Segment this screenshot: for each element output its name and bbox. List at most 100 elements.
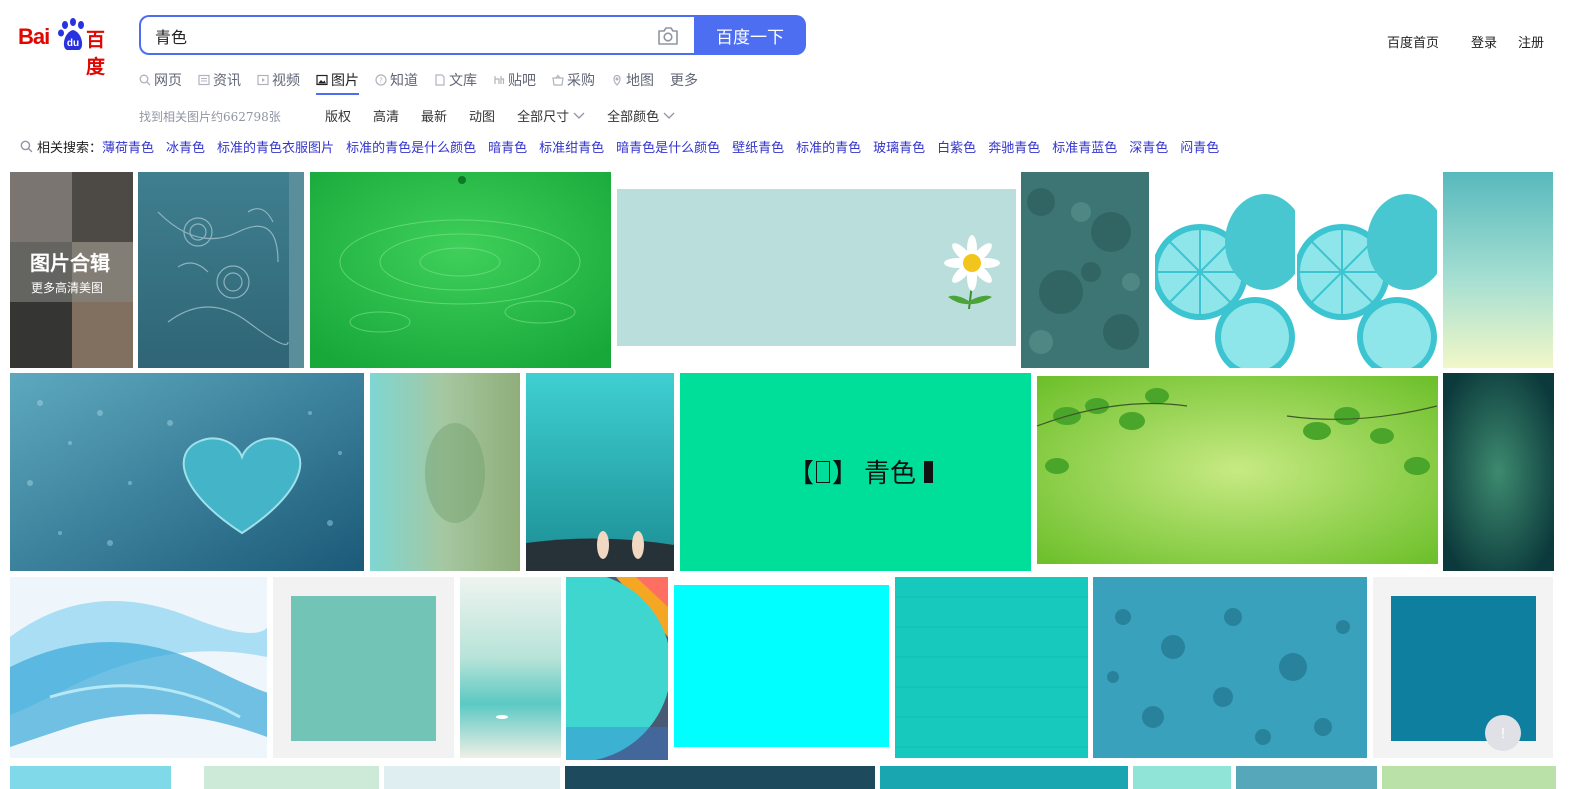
search-icon xyxy=(139,74,151,86)
tab-zhidao[interactable]: ? 知道 xyxy=(375,68,418,92)
tab-web[interactable]: 网页 xyxy=(139,68,182,92)
image-tile[interactable] xyxy=(1443,172,1553,368)
related-link[interactable]: 闷青色 xyxy=(1180,137,1219,156)
blue-texture-image xyxy=(1093,577,1367,758)
image-tile[interactable] xyxy=(526,373,674,571)
related-link[interactable]: 标准青蓝色 xyxy=(1052,137,1117,156)
beach-image xyxy=(460,577,561,758)
tab-caigou[interactable]: 采购 xyxy=(552,68,595,92)
image-tile[interactable] xyxy=(1236,766,1377,789)
tab-label: 知道 xyxy=(390,73,418,89)
album-tile[interactable]: 图片合辑 更多高清美图 xyxy=(10,172,133,368)
filter-color-dropdown[interactable]: 全部颜色 xyxy=(607,106,675,125)
cyan-lemon-image xyxy=(1297,172,1437,368)
image-tile[interactable] xyxy=(895,577,1088,758)
filter-animated[interactable]: 动图 xyxy=(469,106,495,125)
register-link[interactable]: 注册 xyxy=(1518,32,1544,51)
image-tile[interactable] xyxy=(10,373,364,571)
related-link[interactable]: 暗青色 xyxy=(488,137,527,156)
image-tile[interactable] xyxy=(204,766,379,789)
tab-label: 资讯 xyxy=(213,73,241,89)
news-icon xyxy=(198,74,210,86)
related-link[interactable]: 标准的青色衣服图片 xyxy=(217,137,334,156)
document-icon xyxy=(435,74,445,86)
related-link[interactable]: 薄荷青色 xyxy=(102,137,154,156)
related-link[interactable]: 标准的青色 xyxy=(796,137,861,156)
basket-icon xyxy=(552,74,564,86)
filter-copyright[interactable]: 版权 xyxy=(325,106,351,125)
image-tile[interactable] xyxy=(370,373,520,571)
image-tile[interactable] xyxy=(1093,577,1367,758)
image-tile[interactable] xyxy=(617,189,1016,346)
search-input[interactable] xyxy=(155,23,625,49)
image-tile[interactable] xyxy=(1021,172,1149,368)
feedback-button[interactable]: ! xyxy=(1485,715,1521,751)
tab-more[interactable]: 更多 xyxy=(670,68,698,92)
image-tile[interactable] xyxy=(310,172,611,368)
cyan-lemon-image xyxy=(1155,172,1295,368)
tab-map[interactable]: 地图 xyxy=(611,68,654,92)
filter-label: 动图 xyxy=(469,110,496,125)
search-button[interactable]: 百度一下 xyxy=(694,15,806,55)
image-tile[interactable] xyxy=(674,585,889,747)
tab-news[interactable]: 资讯 xyxy=(198,68,241,92)
image-tile[interactable] xyxy=(1297,172,1437,368)
floral-teal-image xyxy=(138,172,304,368)
search-icon xyxy=(20,140,33,153)
filter-bar: 版权 高清 最新 动图 全部尺寸 全部颜色 xyxy=(325,106,697,125)
home-link[interactable]: 百度首页 xyxy=(1387,32,1439,51)
tab-video[interactable]: 视频 xyxy=(257,68,300,92)
album-title: 图片合辑 xyxy=(30,251,110,275)
related-label: 相关搜索： xyxy=(37,141,103,156)
image-tile[interactable] xyxy=(1382,766,1556,789)
image-tile[interactable] xyxy=(1037,376,1438,564)
nav-tabs: 网页 资讯 视频 图片 ? 知道 文库 贴吧 采购 地图 更多 xyxy=(139,68,714,95)
filter-latest[interactable]: 最新 xyxy=(421,106,447,125)
tab-label: 视频 xyxy=(272,73,300,89)
paw-icon: du xyxy=(58,18,84,50)
baidu-logo[interactable]: Bai du 百度 xyxy=(18,18,122,78)
filter-label: 高清 xyxy=(373,110,400,125)
filter-size-dropdown[interactable]: 全部尺寸 xyxy=(517,106,585,125)
related-link[interactable]: 奔驰青色 xyxy=(988,137,1040,156)
filter-label: 最新 xyxy=(421,110,448,125)
tab-tieba[interactable]: 贴吧 xyxy=(493,68,536,92)
related-link[interactable]: 标准绀青色 xyxy=(539,137,604,156)
qingse-title-text: 青色 xyxy=(864,459,917,489)
logo-bai-text: Bai xyxy=(18,24,50,49)
tab-wenku[interactable]: 文库 xyxy=(434,68,477,92)
related-link[interactable]: 标准的青色是什么颜色 xyxy=(346,137,476,156)
image-tile[interactable] xyxy=(566,577,668,760)
image-tile[interactable] xyxy=(880,766,1128,789)
result-count: 找到相关图片约662798张 xyxy=(139,110,281,124)
image-tile[interactable] xyxy=(384,766,560,789)
green-water-image xyxy=(310,172,611,368)
image-tile[interactable] xyxy=(10,766,171,789)
filter-hd[interactable]: 高清 xyxy=(373,106,399,125)
tab-label: 图片 xyxy=(331,73,359,89)
image-tile[interactable] xyxy=(138,172,304,368)
image-tile[interactable] xyxy=(273,577,454,758)
image-tile[interactable] xyxy=(10,577,267,758)
related-link[interactable]: 玻璃青色 xyxy=(873,137,925,156)
dark-teal-gradient-image xyxy=(1443,373,1554,571)
related-link[interactable]: 深青色 xyxy=(1129,137,1168,156)
image-tile[interactable] xyxy=(1443,373,1554,571)
related-link[interactable]: 白紫色 xyxy=(937,137,976,156)
image-tile[interactable] xyxy=(460,577,561,758)
tab-images[interactable]: 图片 xyxy=(316,68,359,95)
image-tile[interactable] xyxy=(565,766,875,789)
tab-label: 文库 xyxy=(449,73,477,89)
related-link[interactable]: 壁纸青色 xyxy=(732,137,784,156)
related-searches: 相关搜索： 薄荷青色 冰青色 标准的青色衣服图片 标准的青色是什么颜色 暗青色 … xyxy=(20,137,1231,156)
camera-icon[interactable] xyxy=(657,26,679,46)
related-link[interactable]: 暗青色是什么颜色 xyxy=(616,137,720,156)
image-tile[interactable]: 【 】 青色 xyxy=(680,373,1031,571)
image-tile[interactable] xyxy=(1373,577,1553,758)
qingse-title-card: 【 】 青色 xyxy=(788,453,934,490)
filter-label: 全部颜色 xyxy=(607,110,660,125)
image-tile[interactable] xyxy=(1133,766,1231,789)
login-link[interactable]: 登录 xyxy=(1471,32,1497,51)
image-tile[interactable] xyxy=(1155,172,1295,368)
related-link[interactable]: 冰青色 xyxy=(166,137,205,156)
